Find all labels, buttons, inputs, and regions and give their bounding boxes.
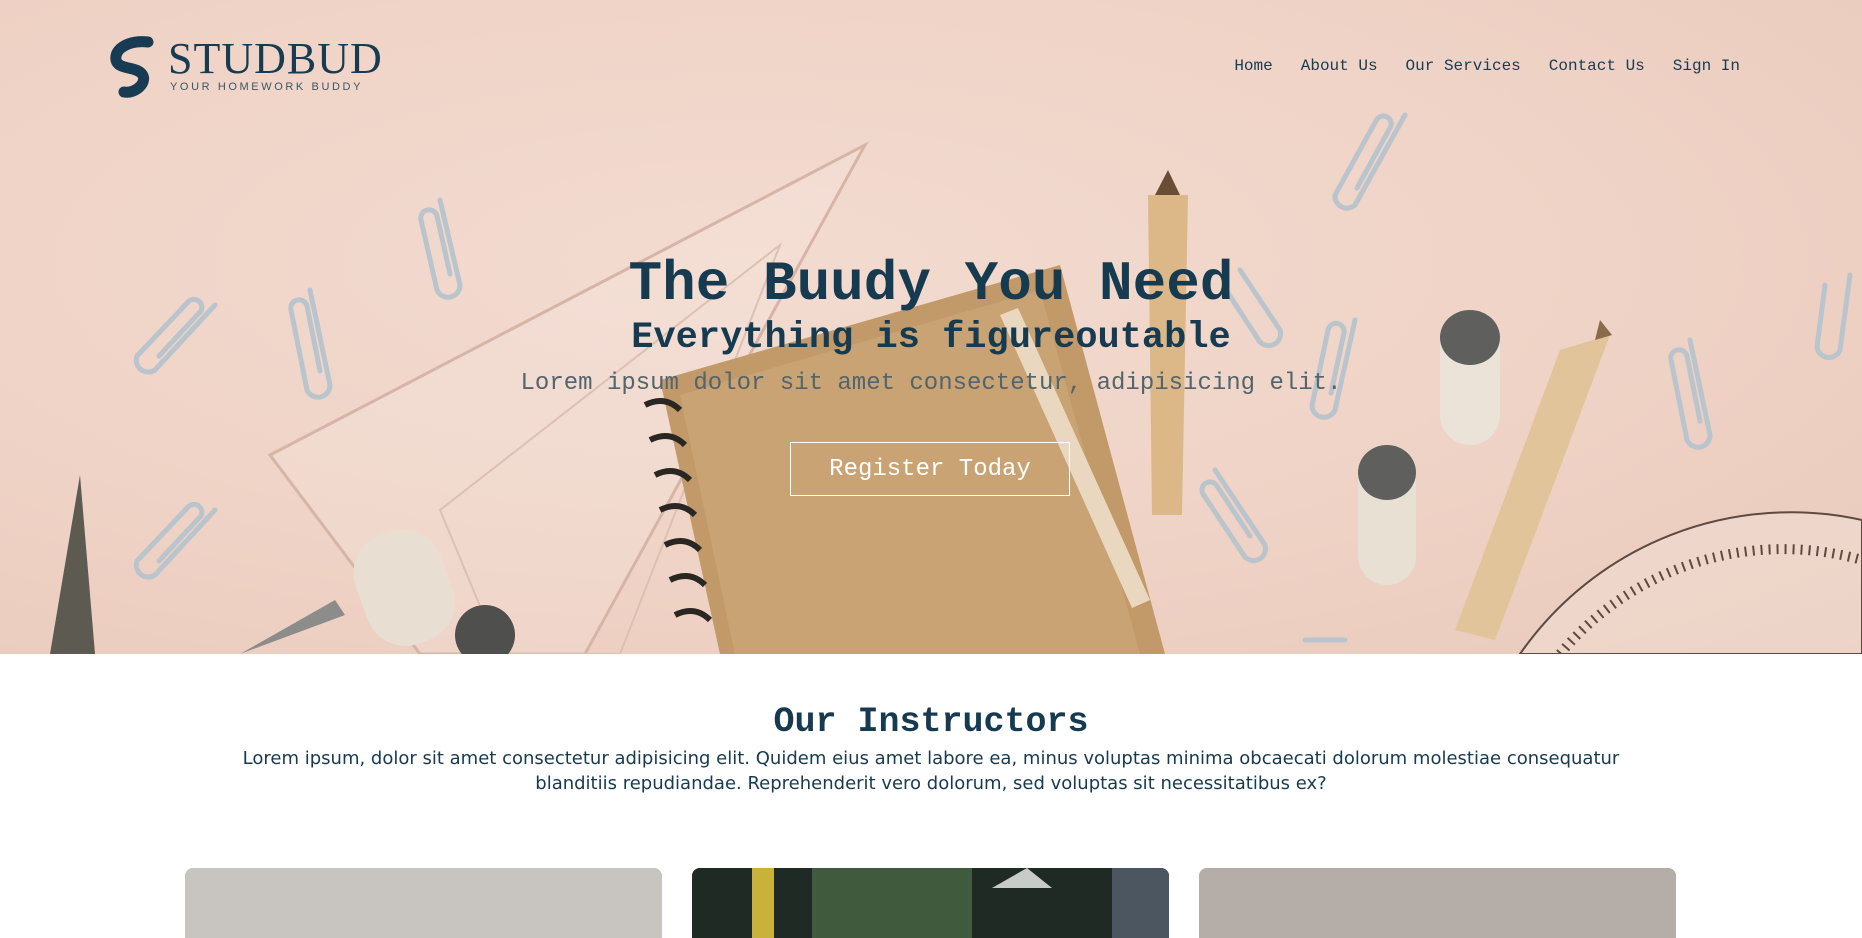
instructor-photo-3 (1199, 868, 1676, 938)
nav-about-us[interactable]: About Us (1301, 57, 1378, 75)
instructor-cards (185, 868, 1677, 938)
instructor-photo-1 (185, 868, 662, 938)
nav-our-services[interactable]: Our Services (1406, 57, 1521, 75)
brand-tagline: YOUR HOMEWORK BUDDY (170, 81, 364, 93)
main-nav: Home About Us Our Services Contact Us Si… (1234, 57, 1740, 75)
nav-sign-in[interactable]: Sign In (1673, 57, 1740, 75)
nav-home[interactable]: Home (1234, 57, 1272, 75)
instructor-card-3[interactable] (1199, 868, 1676, 938)
nav-contact-us[interactable]: Contact Us (1549, 57, 1645, 75)
instructor-photo-2 (692, 868, 1169, 938)
instructor-card-1[interactable] (185, 868, 662, 938)
instructors-description: Lorem ipsum, dolor sit amet consectetur … (242, 748, 1620, 794)
brand-name: STUDBUD (168, 34, 383, 83)
instructor-card-2[interactable] (692, 868, 1169, 938)
register-today-button[interactable]: Register Today (790, 442, 1070, 496)
hero-subtitle: Everything is figureoutable (631, 317, 1231, 359)
instructors-title: Our Instructors (773, 702, 1089, 742)
logo-mark-icon (110, 36, 154, 98)
hero-title: The Buudy You Need (628, 252, 1234, 316)
hero-section: STUDBUD YOUR HOMEWORK BUDDY Home About U… (0, 0, 1862, 654)
brand-logo[interactable]: STUDBUD YOUR HOMEWORK BUDDY (108, 34, 382, 98)
hero-copy: The Buudy You Need Everything is figureo… (0, 252, 1862, 402)
hero-description: Lorem ipsum dolor sit amet consectetur, … (520, 370, 1342, 397)
